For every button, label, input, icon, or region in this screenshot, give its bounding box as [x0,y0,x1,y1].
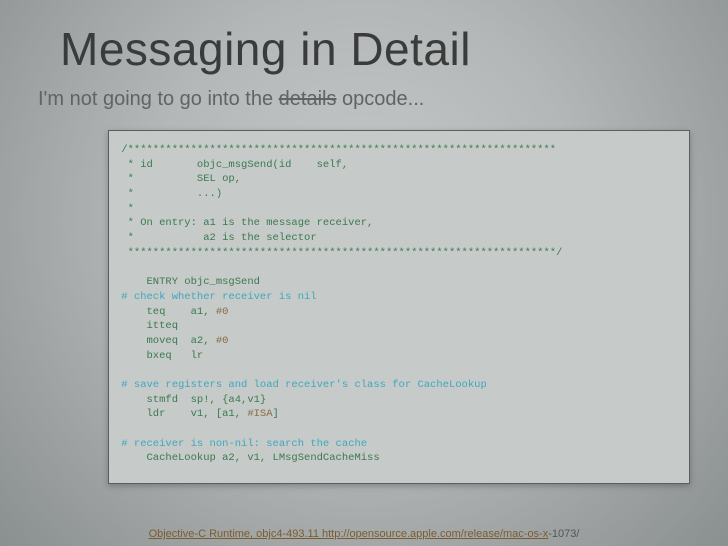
code-line: bxeq lr [115,350,203,362]
code-line: ****************************************… [115,247,562,259]
code-line [115,423,121,435]
code-comment: # save registers and load receiver's cla… [115,379,487,391]
subtitle-strike: details [279,88,337,110]
code-line: * ...) [115,188,222,200]
code-line: stmfd sp!, {a4,v1} [115,394,266,406]
code-comment: # receiver is non-nil: search the cache [115,438,367,450]
code-line: * id objc_msgSend(id self, [115,159,348,171]
code-line [115,262,121,274]
footer-link[interactable]: Objective-C Runtime, objc4-493.11 http:/… [149,528,549,540]
subtitle-pre: I'm not going to go into the [38,88,279,110]
code-literal: #ISA [247,408,272,420]
footer-tail: -1073/ [548,528,579,540]
code-line: ENTRY objc_msgSend [115,276,260,288]
code-literal: #0 [216,335,229,347]
code-line: CacheLookup a2, v1, LMsgSendCacheMiss [115,452,380,464]
slide-subtitle: I'm not going to go into the details opc… [38,88,424,111]
code-line: ] [273,408,279,420]
code-comment: # check whether receiver is nil [115,291,317,303]
code-line: teq a1, [115,306,216,318]
code-line: * [115,203,134,215]
code-line: * a2 is the selector [115,232,317,244]
code-line: ldr v1, [a1, [115,408,247,420]
code-line: * On entry: a1 is the message receiver, [115,217,373,229]
slide: Messaging in Detail I'm not going to go … [0,0,728,546]
code-line [115,364,121,376]
code-literal: #0 [216,306,229,318]
code-line: * SEL op, [115,173,241,185]
footer-citation: Objective-C Runtime, objc4-493.11 http:/… [0,528,728,540]
code-listing: /***************************************… [108,130,690,484]
slide-title: Messaging in Detail [60,22,471,76]
subtitle-post: opcode... [336,88,424,110]
code-line: /***************************************… [115,144,556,156]
code-line: itteq [115,320,178,332]
code-line: moveq a2, [115,335,216,347]
